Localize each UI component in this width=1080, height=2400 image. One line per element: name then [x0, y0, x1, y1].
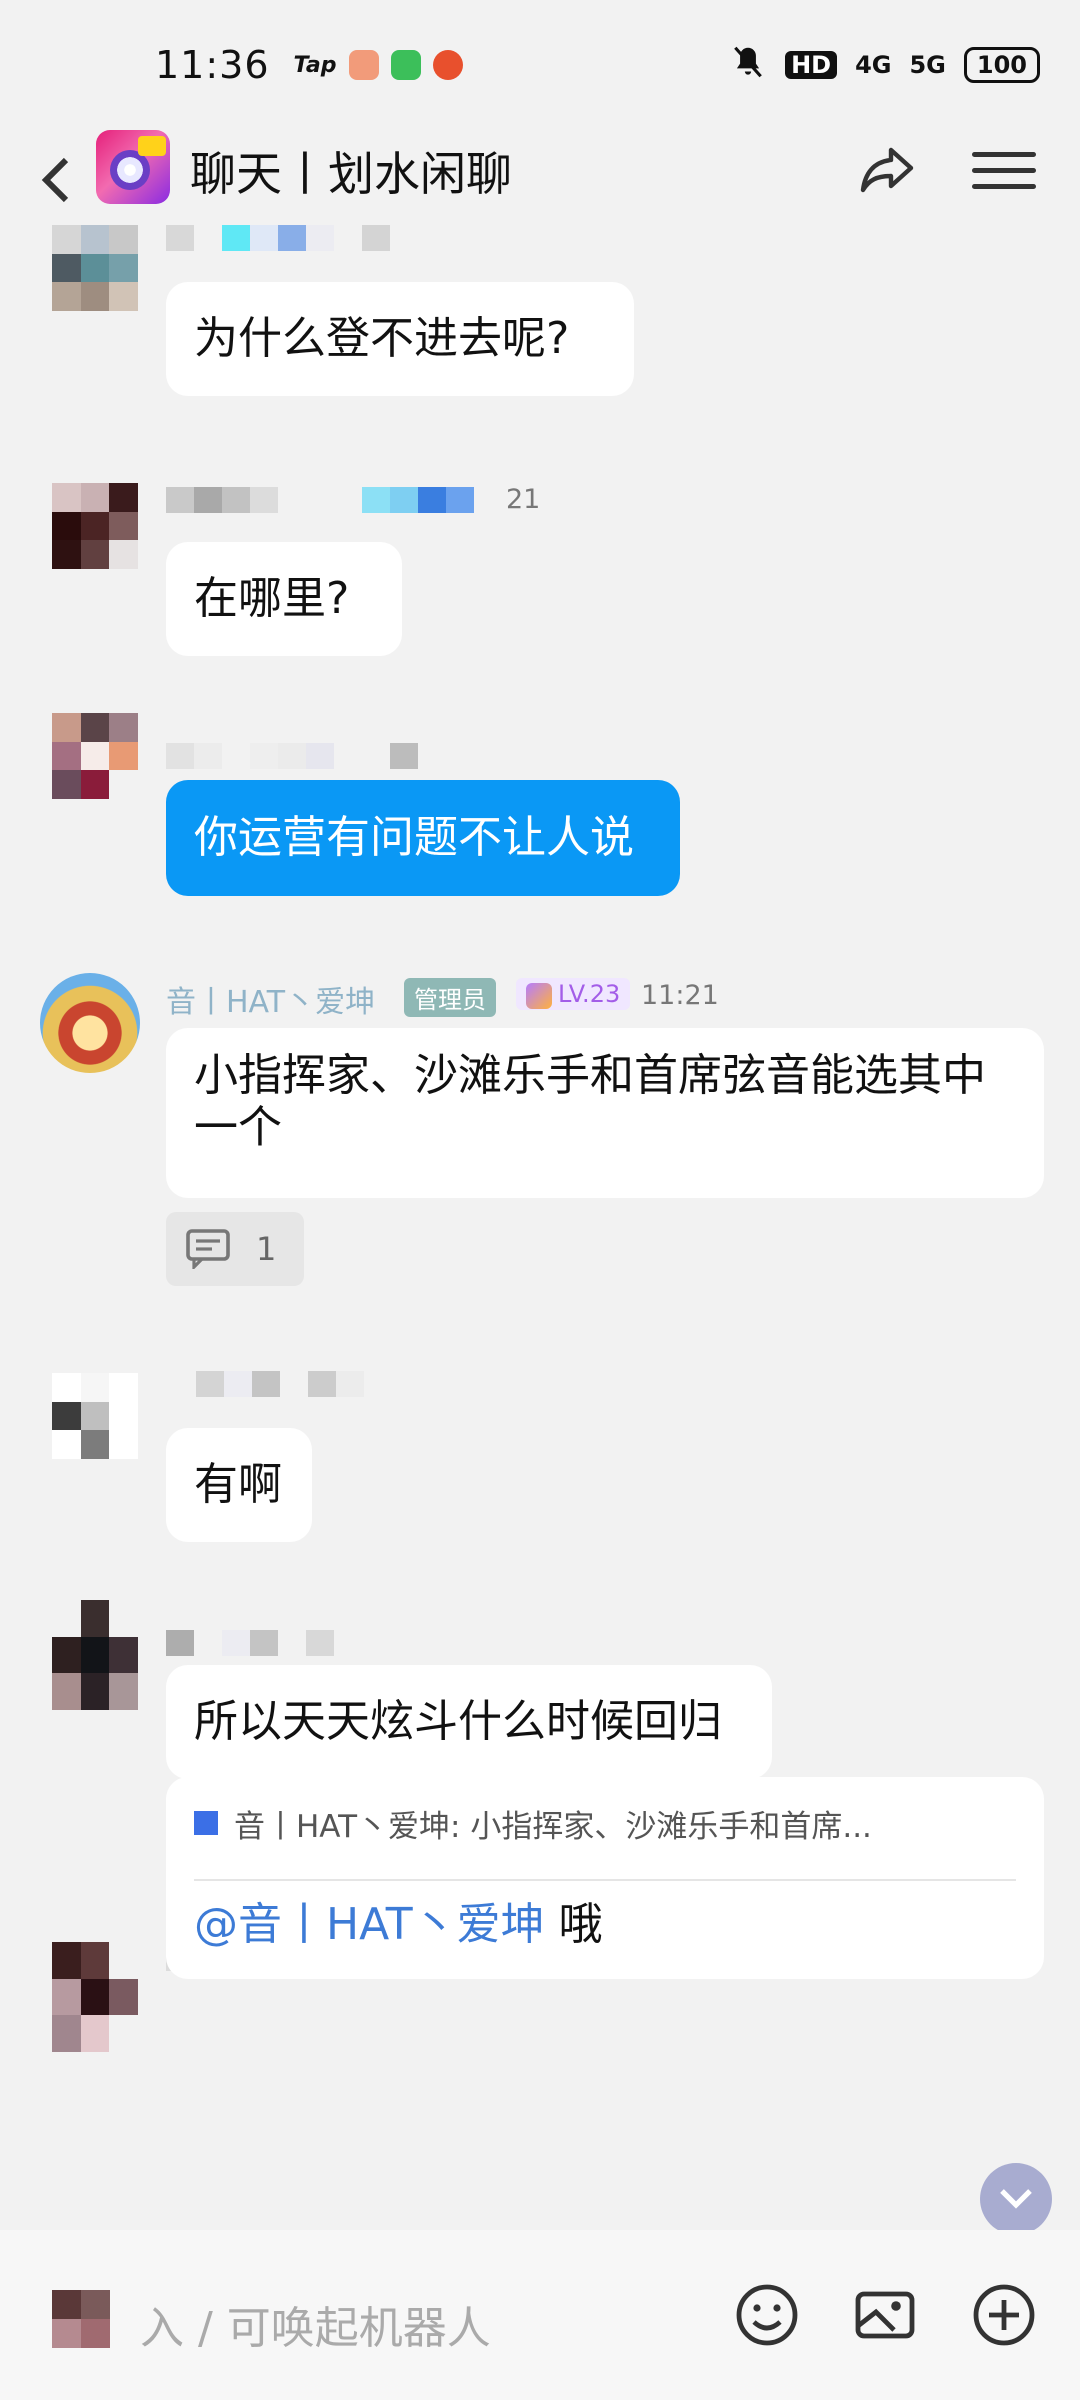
mute-icon [729, 43, 767, 87]
message-text: 有啊 [194, 1459, 282, 1510]
message-bubble[interactable]: 为什么登不进去呢? [166, 282, 634, 396]
sender-name-blurred [166, 1630, 334, 1656]
mention-link[interactable]: @音丨HAT丶爱坤 [194, 1899, 545, 1950]
message-bubble[interactable]: 有啊 [166, 1428, 312, 1542]
avatar[interactable] [52, 1600, 138, 1710]
group-avatar[interactable] [96, 130, 170, 204]
signal-4g-icon: 4G [855, 51, 892, 79]
avatar[interactable] [52, 713, 138, 799]
my-avatar[interactable] [52, 2290, 110, 2348]
status-bar: 11:36 Tap HD 4G 5G 100 [0, 0, 1080, 130]
page-title: 聊天丨划水闲聊 [190, 147, 512, 201]
chevron-down-icon [1000, 2189, 1032, 2209]
plus-circle-icon [973, 2284, 1035, 2346]
divider [194, 1879, 1016, 1881]
message-text: 为什么登不进去呢? [194, 313, 570, 364]
reply-text-line: @音丨HAT丶爱坤 哦 [194, 1895, 603, 1955]
tap-icon: Tap [293, 52, 337, 78]
message-bubble[interactable]: 你运营有问题不让人说 [166, 780, 680, 896]
sender-name-blurred [166, 743, 418, 769]
game-icon [348, 50, 379, 80]
emoji-button[interactable] [734, 2282, 800, 2348]
message-input[interactable]: 入 / 可唤起机器人 [140, 2292, 491, 2356]
quote-marker [194, 1811, 218, 1835]
reply-text: 哦 [544, 1899, 603, 1950]
sender-name-blurred [196, 1371, 364, 1397]
image-button[interactable] [852, 2282, 918, 2348]
status-time: 11:36 [155, 43, 270, 87]
sender-name[interactable]: 音丨HAT丶爱坤 [166, 977, 375, 1021]
battery-icon: 100 [963, 47, 1040, 83]
avatar[interactable] [52, 1373, 138, 1459]
hd-icon: HD [785, 51, 838, 79]
reply-count: 1 [256, 1230, 277, 1268]
chevron-left-icon [41, 157, 69, 203]
back-button[interactable] [30, 154, 82, 206]
menu-icon-bar [972, 151, 1036, 157]
sender-name-blurred [166, 487, 474, 513]
quote-reply-bubble[interactable]: 音丨HAT丶爱坤: 小指挥家、沙滩乐手和首席... @音丨HAT丶爱坤 哦 [166, 1777, 1044, 1979]
menu-button[interactable] [972, 138, 1036, 202]
share-icon [860, 147, 914, 193]
chat-header: 聊天丨划水闲聊 [0, 130, 1080, 230]
reply-count-button[interactable]: 1 [166, 1212, 304, 1286]
scroll-to-bottom-button[interactable] [980, 2163, 1052, 2235]
message-text: 在哪里? [194, 573, 350, 624]
sender-name-blurred [166, 225, 390, 251]
add-button[interactable] [971, 2282, 1037, 2348]
menu-icon-bar [972, 183, 1036, 189]
quoted-text: 音丨HAT丶爱坤: 小指挥家、沙滩乐手和首席... [234, 1808, 872, 1845]
image-icon [855, 2291, 915, 2339]
system-indicators: HD 4G 5G 100 [729, 43, 1040, 87]
avatar[interactable] [40, 973, 140, 1073]
avatar[interactable] [52, 1942, 138, 2052]
comment-icon [186, 1229, 230, 1269]
menu-icon-bar [972, 167, 1036, 173]
input-bar: 入 / 可唤起机器人 [0, 2230, 1080, 2400]
message-icon [390, 50, 421, 80]
avatar[interactable] [52, 225, 138, 311]
message-bubble[interactable]: 所以天天炫斗什么时候回归 [166, 1665, 772, 1779]
share-button[interactable] [855, 138, 919, 202]
message-text: 所以天天炫斗什么时候回归 [194, 1696, 722, 1747]
message-time: 11:21 [641, 980, 719, 1011]
signal-5g-icon: 5G [909, 51, 946, 79]
message-text: 你运营有问题不让人说 [194, 812, 634, 863]
message-time: 21 [506, 484, 541, 515]
quoted-message[interactable]: 音丨HAT丶爱坤: 小指挥家、沙滩乐手和首席... [194, 1797, 1016, 1849]
message-text: 小指挥家、沙滩乐手和首席弦音能选其中一个 [194, 1050, 986, 1153]
emoji-icon [736, 2284, 798, 2346]
level-gem-icon [526, 983, 552, 1009]
notification-icons: Tap [294, 50, 463, 80]
level-badge: LV.23 [516, 978, 631, 1010]
app-icon [432, 50, 463, 80]
admin-badge: 管理员 [404, 978, 496, 1017]
message-bubble[interactable]: 小指挥家、沙滩乐手和首席弦音能选其中一个 [166, 1028, 1044, 1198]
message-bubble[interactable]: 在哪里? [166, 542, 402, 656]
avatar[interactable] [52, 483, 138, 569]
